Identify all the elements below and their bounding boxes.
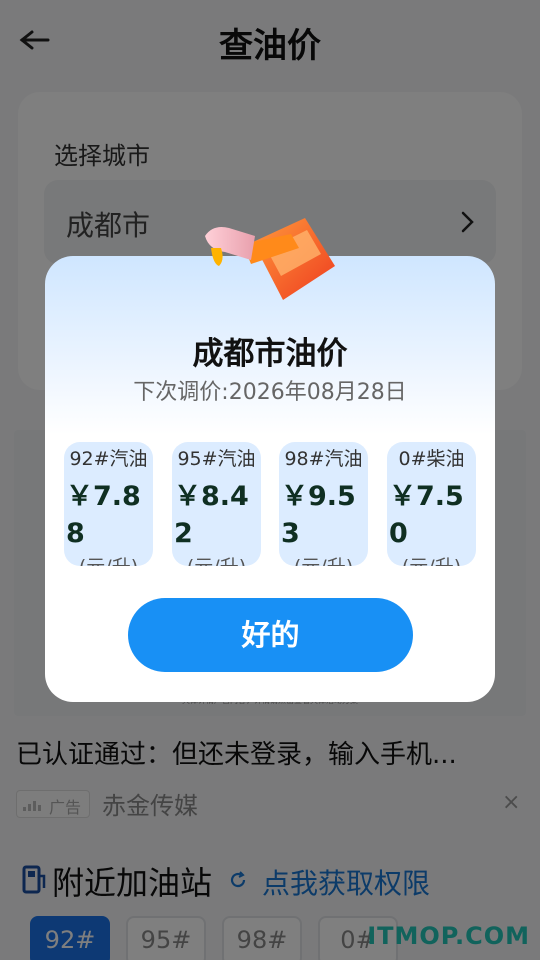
price-unit: (元/升) (279, 552, 368, 566)
price-grade: 92#汽油 (69, 448, 148, 470)
next-adjust-date: 下次调价:2026年08月28日 (133, 380, 407, 405)
price-grade: 0#柴油 (398, 448, 465, 470)
price-unit: (元/升) (172, 552, 261, 566)
price-card-92: 92#汽油 ￥7.88 (元/升) (64, 442, 153, 566)
ok-button[interactable]: 好的 (128, 598, 413, 672)
price-card-diesel: 0#柴油 ￥7.50 (元/升) (387, 442, 476, 566)
fuel-nozzle-icon (205, 218, 335, 300)
price-card-98: 98#汽油 ￥9.53 (元/升) (279, 442, 368, 566)
dialog-title: 成都市油价 (192, 336, 348, 372)
price-unit: (元/升) (387, 552, 476, 566)
price-value: ￥9.53 (281, 481, 356, 549)
price-unit: (元/升) (64, 552, 153, 566)
price-grade: 98#汽油 (284, 448, 363, 470)
price-value: ￥8.42 (174, 481, 249, 549)
price-value: ￥7.88 (66, 481, 141, 549)
oil-price-dialog: 成都市油价 下次调价:2026年08月28日 92#汽油 ￥7.88 (元/升)… (45, 256, 495, 702)
price-grade: 95#汽油 (177, 448, 256, 470)
price-value: ￥7.50 (389, 481, 464, 549)
price-card-95: 95#汽油 ￥8.42 (元/升) (172, 442, 261, 566)
